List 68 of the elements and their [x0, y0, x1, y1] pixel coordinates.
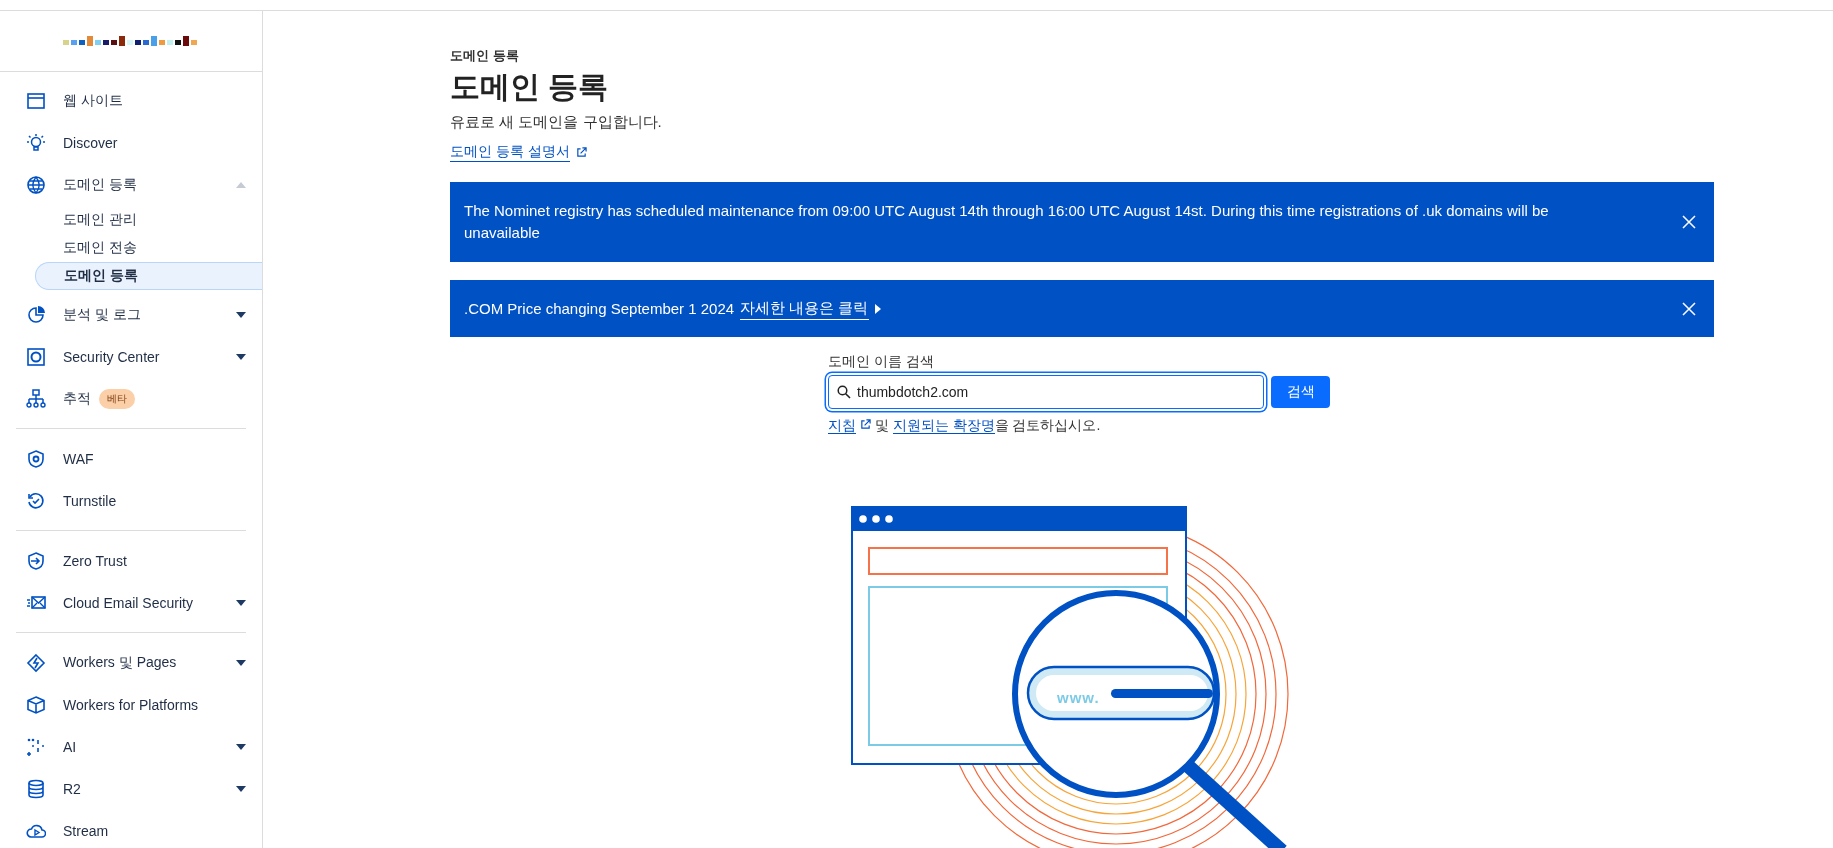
browser-window-icon: [26, 91, 46, 111]
shield-gear-icon: [26, 449, 46, 469]
sidebar-item[interactable]: AI: [0, 726, 262, 768]
globe-icon: [26, 175, 46, 195]
sidebar-item[interactable]: 웹 사이트: [0, 80, 262, 122]
breadcrumb: 도메인 등록: [450, 47, 520, 65]
sidebar-item-label: WAF: [63, 451, 94, 467]
sidebar-item[interactable]: Cloud Email Security: [0, 582, 262, 624]
sidebar-subitem[interactable]: 도메인 전송: [0, 234, 262, 262]
banner-text: The Nominet registry has scheduled maintenance from 09:00 UTC August 14th through 16:00 UTC August 14st. During this time registrations of .uk domains will be unavailable: [464, 201, 1550, 243]
page-title: 도메인 등록: [450, 69, 610, 105]
database-icon: [26, 779, 46, 799]
sidebar-item[interactable]: Security Center: [0, 336, 262, 378]
sidebar-item-label: Discover: [63, 135, 118, 151]
beta-badge: 베타: [99, 389, 135, 409]
sidebar-item[interactable]: 추적 베타: [0, 378, 262, 420]
sidebar-item-label: 추적: [63, 390, 91, 408]
diamond-bolt-icon: [26, 653, 46, 673]
network-icon: [26, 389, 46, 409]
sidebar-item[interactable]: 도메인 등록: [0, 164, 262, 206]
sidebar-item-label: Zero Trust: [63, 553, 127, 569]
search-button[interactable]: 검색: [1271, 376, 1330, 408]
guidelines-link[interactable]: 지침: [828, 417, 856, 434]
search-label: 도메인 이름 검색: [828, 353, 935, 371]
sidebar-item[interactable]: Stream: [0, 810, 262, 848]
sidebar-item[interactable]: Discover: [0, 122, 262, 164]
sidebar-item-label: AI: [63, 739, 77, 755]
sidebar-item[interactable]: Workers for Platforms: [0, 684, 262, 726]
details-link[interactable]: 자세한 내용은 클릭: [740, 297, 869, 320]
close-icon: [1682, 215, 1696, 229]
external-link-icon: [859, 419, 871, 430]
sidebar-item[interactable]: Workers 및 Pages: [0, 642, 262, 684]
lightbulb-icon: [26, 133, 46, 153]
banner-text: .COM Price changing September 1 2024: [464, 298, 735, 319]
sparkle-icon: [26, 737, 46, 757]
sidebar-item-label: 웹 사이트: [63, 92, 123, 110]
caret-right-icon: [874, 303, 881, 314]
supported-extensions-link[interactable]: 지원되는 확장명: [892, 417, 995, 434]
sidebar-item-label: Security Center: [63, 349, 160, 365]
sidebar-item-label: Workers 및 Pages: [63, 654, 177, 672]
sidebar-item[interactable]: 분석 및 로그: [0, 294, 262, 336]
guide-link[interactable]: 도메인 등록 설명서: [450, 143, 570, 162]
help-text: 지침 및 지원되는 확장명 을 검토하십시오.: [828, 417, 1102, 435]
safe-icon: [26, 347, 46, 367]
sidebar-item-label: Workers for Platforms: [63, 697, 199, 713]
sidebar-item-label: Stream: [63, 823, 109, 839]
sidebar-subitem[interactable]: 도메인 등록: [35, 262, 262, 290]
page-subtitle: 유료로 새 도메인을 구입합니다.: [450, 113, 663, 132]
sidebar-item-label: Cloud Email Security: [63, 595, 193, 611]
cube-icon: [26, 695, 46, 715]
sidebar-item[interactable]: Turnstile: [0, 480, 262, 522]
search-icon: [837, 385, 851, 399]
sidebar-item[interactable]: WAF: [0, 438, 262, 480]
pie-chart-icon: [26, 305, 46, 325]
close-icon: [1682, 301, 1696, 316]
external-link-icon: [575, 147, 587, 158]
sidebar-item-label: 분석 및 로그: [63, 306, 141, 324]
sidebar-subitem[interactable]: 도메인 관리: [0, 206, 262, 234]
shield-arrow-icon: [26, 551, 46, 571]
sidebar-item[interactable]: Zero Trust: [0, 540, 262, 582]
sidebar-item-label: Turnstile: [63, 493, 117, 509]
clock-check-icon: [26, 491, 46, 511]
logo[interactable]: [63, 35, 199, 47]
sidebar-item-label: 도메인 등록: [63, 176, 137, 194]
domain-search-field[interactable]: thumbdotch2.com: [828, 375, 1264, 409]
sidebar-item[interactable]: R2: [0, 768, 262, 810]
url-text: www.: [1057, 689, 1100, 706]
sidebar-item-label: R2: [63, 781, 81, 797]
